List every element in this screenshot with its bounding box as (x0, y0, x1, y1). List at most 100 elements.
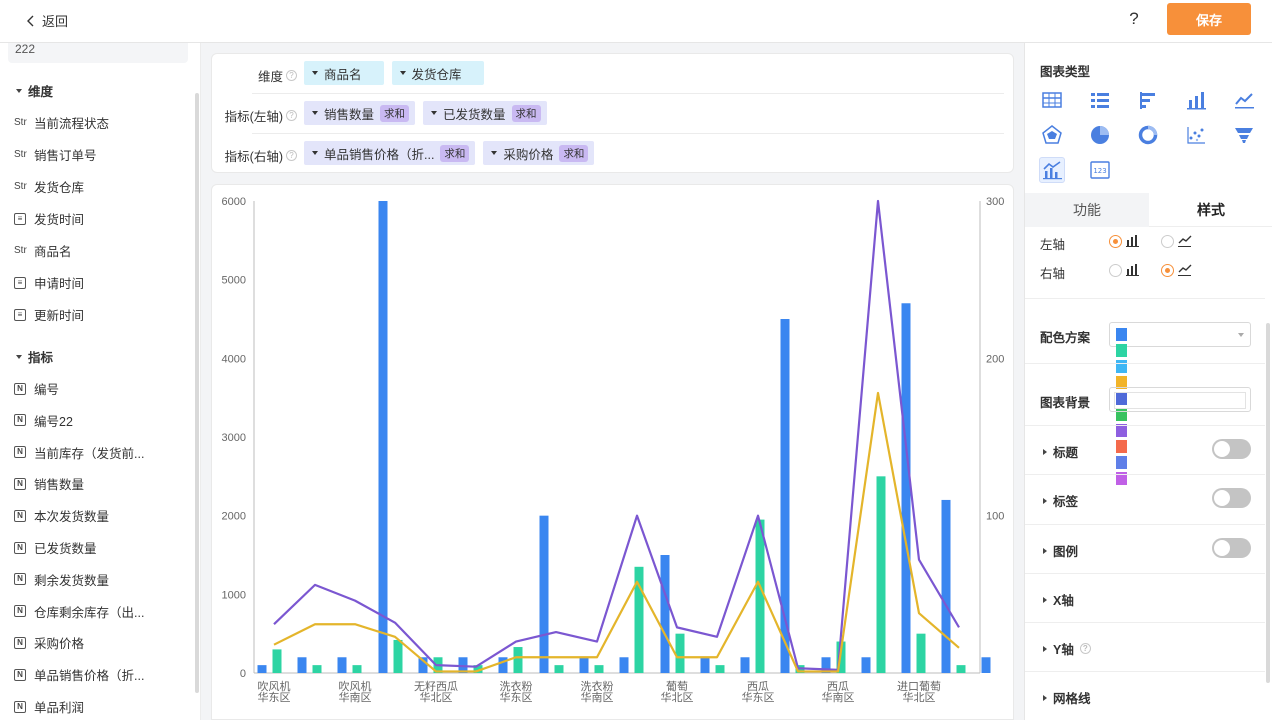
list-icon[interactable] (1087, 87, 1113, 113)
caret-down-icon[interactable] (312, 111, 318, 115)
field-item-222[interactable]: 222 (8, 43, 188, 63)
color-swatch (1116, 456, 1127, 469)
aggregation-badge[interactable]: 求和 (511, 104, 541, 122)
toggle-switch[interactable] (1212, 439, 1251, 459)
scatter-icon[interactable] (1183, 122, 1209, 148)
table-icon[interactable] (1039, 87, 1065, 113)
tab-function[interactable]: 功能 (1025, 193, 1149, 227)
field-item[interactable]: N 已发货数量 (14, 538, 97, 557)
calendar-icon: ≡ (14, 308, 26, 321)
caret-down-icon[interactable] (491, 151, 498, 155)
section-header[interactable]: 标签 (1043, 491, 1078, 510)
field-item[interactable]: Str 销售订单号 (14, 145, 97, 164)
right-axis-bar-radio[interactable] (1109, 264, 1122, 277)
donut-icon[interactable] (1135, 122, 1161, 148)
field-item[interactable]: N 本次发货数量 (14, 506, 109, 525)
bar-horizontal-icon[interactable] (1135, 87, 1161, 113)
aggregation-badge[interactable]: 求和 (440, 144, 470, 162)
combo-chart-icon[interactable] (1039, 157, 1065, 183)
bar-销售数量 (619, 657, 629, 673)
help-icon[interactable]: ? (1079, 643, 1091, 654)
field-item[interactable]: N 当前库存（发货前... (14, 443, 144, 462)
radar-icon[interactable] (1039, 122, 1065, 148)
section-header[interactable]: Y轴? (1043, 639, 1091, 658)
chevron-left-icon (27, 15, 34, 26)
field-panel: 222 维度 Str 当前流程状态 Str 销售订单号 Str 发货仓库 ≡ 发货时间 Str 商… (0, 43, 201, 720)
dimension-section-header[interactable]: 维度 (16, 81, 53, 100)
bar-已发货数量 (513, 647, 523, 673)
field-item[interactable]: ≡ 申请时间 (14, 273, 84, 292)
field-item[interactable]: N 编号 (14, 379, 59, 398)
metric-chip[interactable]: 已发货数量 求和 (423, 101, 547, 125)
caret-down-icon[interactable] (312, 151, 318, 155)
bar-销售数量 (901, 303, 911, 673)
metric-chip[interactable]: 采购价格 求和 (483, 141, 595, 165)
aggregation-badge[interactable]: 求和 (559, 144, 589, 162)
number-type-icon: N (14, 477, 26, 490)
aggregation-badge[interactable]: 求和 (380, 104, 410, 122)
line-chart-icon[interactable] (1231, 87, 1257, 113)
left-axis-setting-label: 左轴 (1040, 238, 1066, 252)
caret-down-icon[interactable] (431, 111, 438, 115)
field-item[interactable]: ≡ 发货时间 (14, 209, 84, 228)
number-card-icon[interactable]: 123 (1087, 157, 1113, 183)
right-axis-line-radio[interactable] (1161, 264, 1174, 277)
metric-chip[interactable]: 销售数量 求和 (304, 101, 416, 125)
field-item[interactable]: N 仓库剩余库存（出... (14, 602, 144, 621)
scrollbar[interactable] (1266, 323, 1270, 683)
caret-down-icon[interactable] (312, 71, 318, 75)
metric-chip[interactable]: 单品销售价格（折... 求和 (304, 141, 476, 165)
section-header[interactable]: X轴 (1043, 590, 1074, 609)
field-item[interactable]: N 单品销售价格（折... (14, 665, 144, 684)
field-item[interactable]: ≡ 更新时间 (14, 305, 84, 324)
save-button[interactable]: 保存 (1167, 3, 1251, 35)
left-axis-bar-radio[interactable] (1109, 235, 1122, 248)
line-单品销售价格（折... (273, 199, 960, 671)
bar-chart-icon[interactable] (1183, 87, 1209, 113)
bar-销售数量 (981, 657, 991, 673)
top-bar: 返回 ? 保存 (0, 0, 1272, 43)
section-header[interactable]: 图例 (1043, 541, 1078, 560)
help-icon: ? (286, 150, 297, 161)
divider (1025, 425, 1265, 426)
string-type-icon: Str (14, 117, 27, 128)
caret-right-icon (1043, 497, 1047, 504)
color-swatch (1116, 328, 1127, 341)
field-label: 当前流程状态 (34, 117, 110, 131)
help-icon[interactable]: ? (1126, 9, 1142, 29)
tab-style[interactable]: 样式 (1149, 193, 1272, 227)
field-item[interactable]: N 编号22 (14, 411, 73, 430)
left-axis-line-radio[interactable] (1161, 235, 1174, 248)
right-axis-label: 指标(右轴)? (225, 146, 297, 165)
number-type-icon: N (14, 573, 26, 586)
chip-label: 发货仓库 (411, 67, 462, 82)
section-header[interactable]: 标题 (1043, 442, 1078, 461)
field-item[interactable]: N 剩余发货数量 (14, 570, 109, 589)
pie-icon[interactable] (1087, 122, 1113, 148)
toggle-switch[interactable] (1212, 538, 1251, 558)
field-item[interactable]: Str 当前流程状态 (14, 113, 109, 132)
toggle-switch[interactable] (1212, 488, 1251, 508)
metric-section-header[interactable]: 指标 (16, 347, 53, 366)
chart-background-picker[interactable] (1109, 387, 1251, 412)
number-type-icon: N (14, 414, 26, 427)
funnel-icon[interactable] (1231, 122, 1257, 148)
number-type-icon: N (14, 605, 26, 618)
field-item[interactable]: N 采购价格 (14, 633, 84, 652)
number-type-icon: N (14, 700, 26, 713)
field-item[interactable]: Str 发货仓库 (14, 177, 84, 196)
field-item[interactable]: Str 商品名 (14, 241, 72, 260)
color-scheme-select[interactable] (1109, 322, 1251, 485)
section-header[interactable]: 网格线 (1043, 688, 1091, 707)
back-button[interactable]: 返回 (26, 11, 68, 30)
field-item[interactable]: N 单品利润 (14, 697, 84, 716)
bar-销售数量 (257, 665, 267, 673)
x-tick-label: 华北区 (661, 690, 694, 704)
field-label: 采购价格 (34, 637, 85, 652)
dimension-chip[interactable]: 发货仓库 (391, 61, 484, 85)
field-item[interactable]: N 销售数量 (14, 474, 84, 493)
dimension-chip[interactable]: 商品名 (304, 61, 384, 85)
scrollbar[interactable] (195, 93, 199, 693)
bar-已发货数量 (715, 665, 725, 673)
caret-down-icon[interactable] (399, 71, 406, 75)
